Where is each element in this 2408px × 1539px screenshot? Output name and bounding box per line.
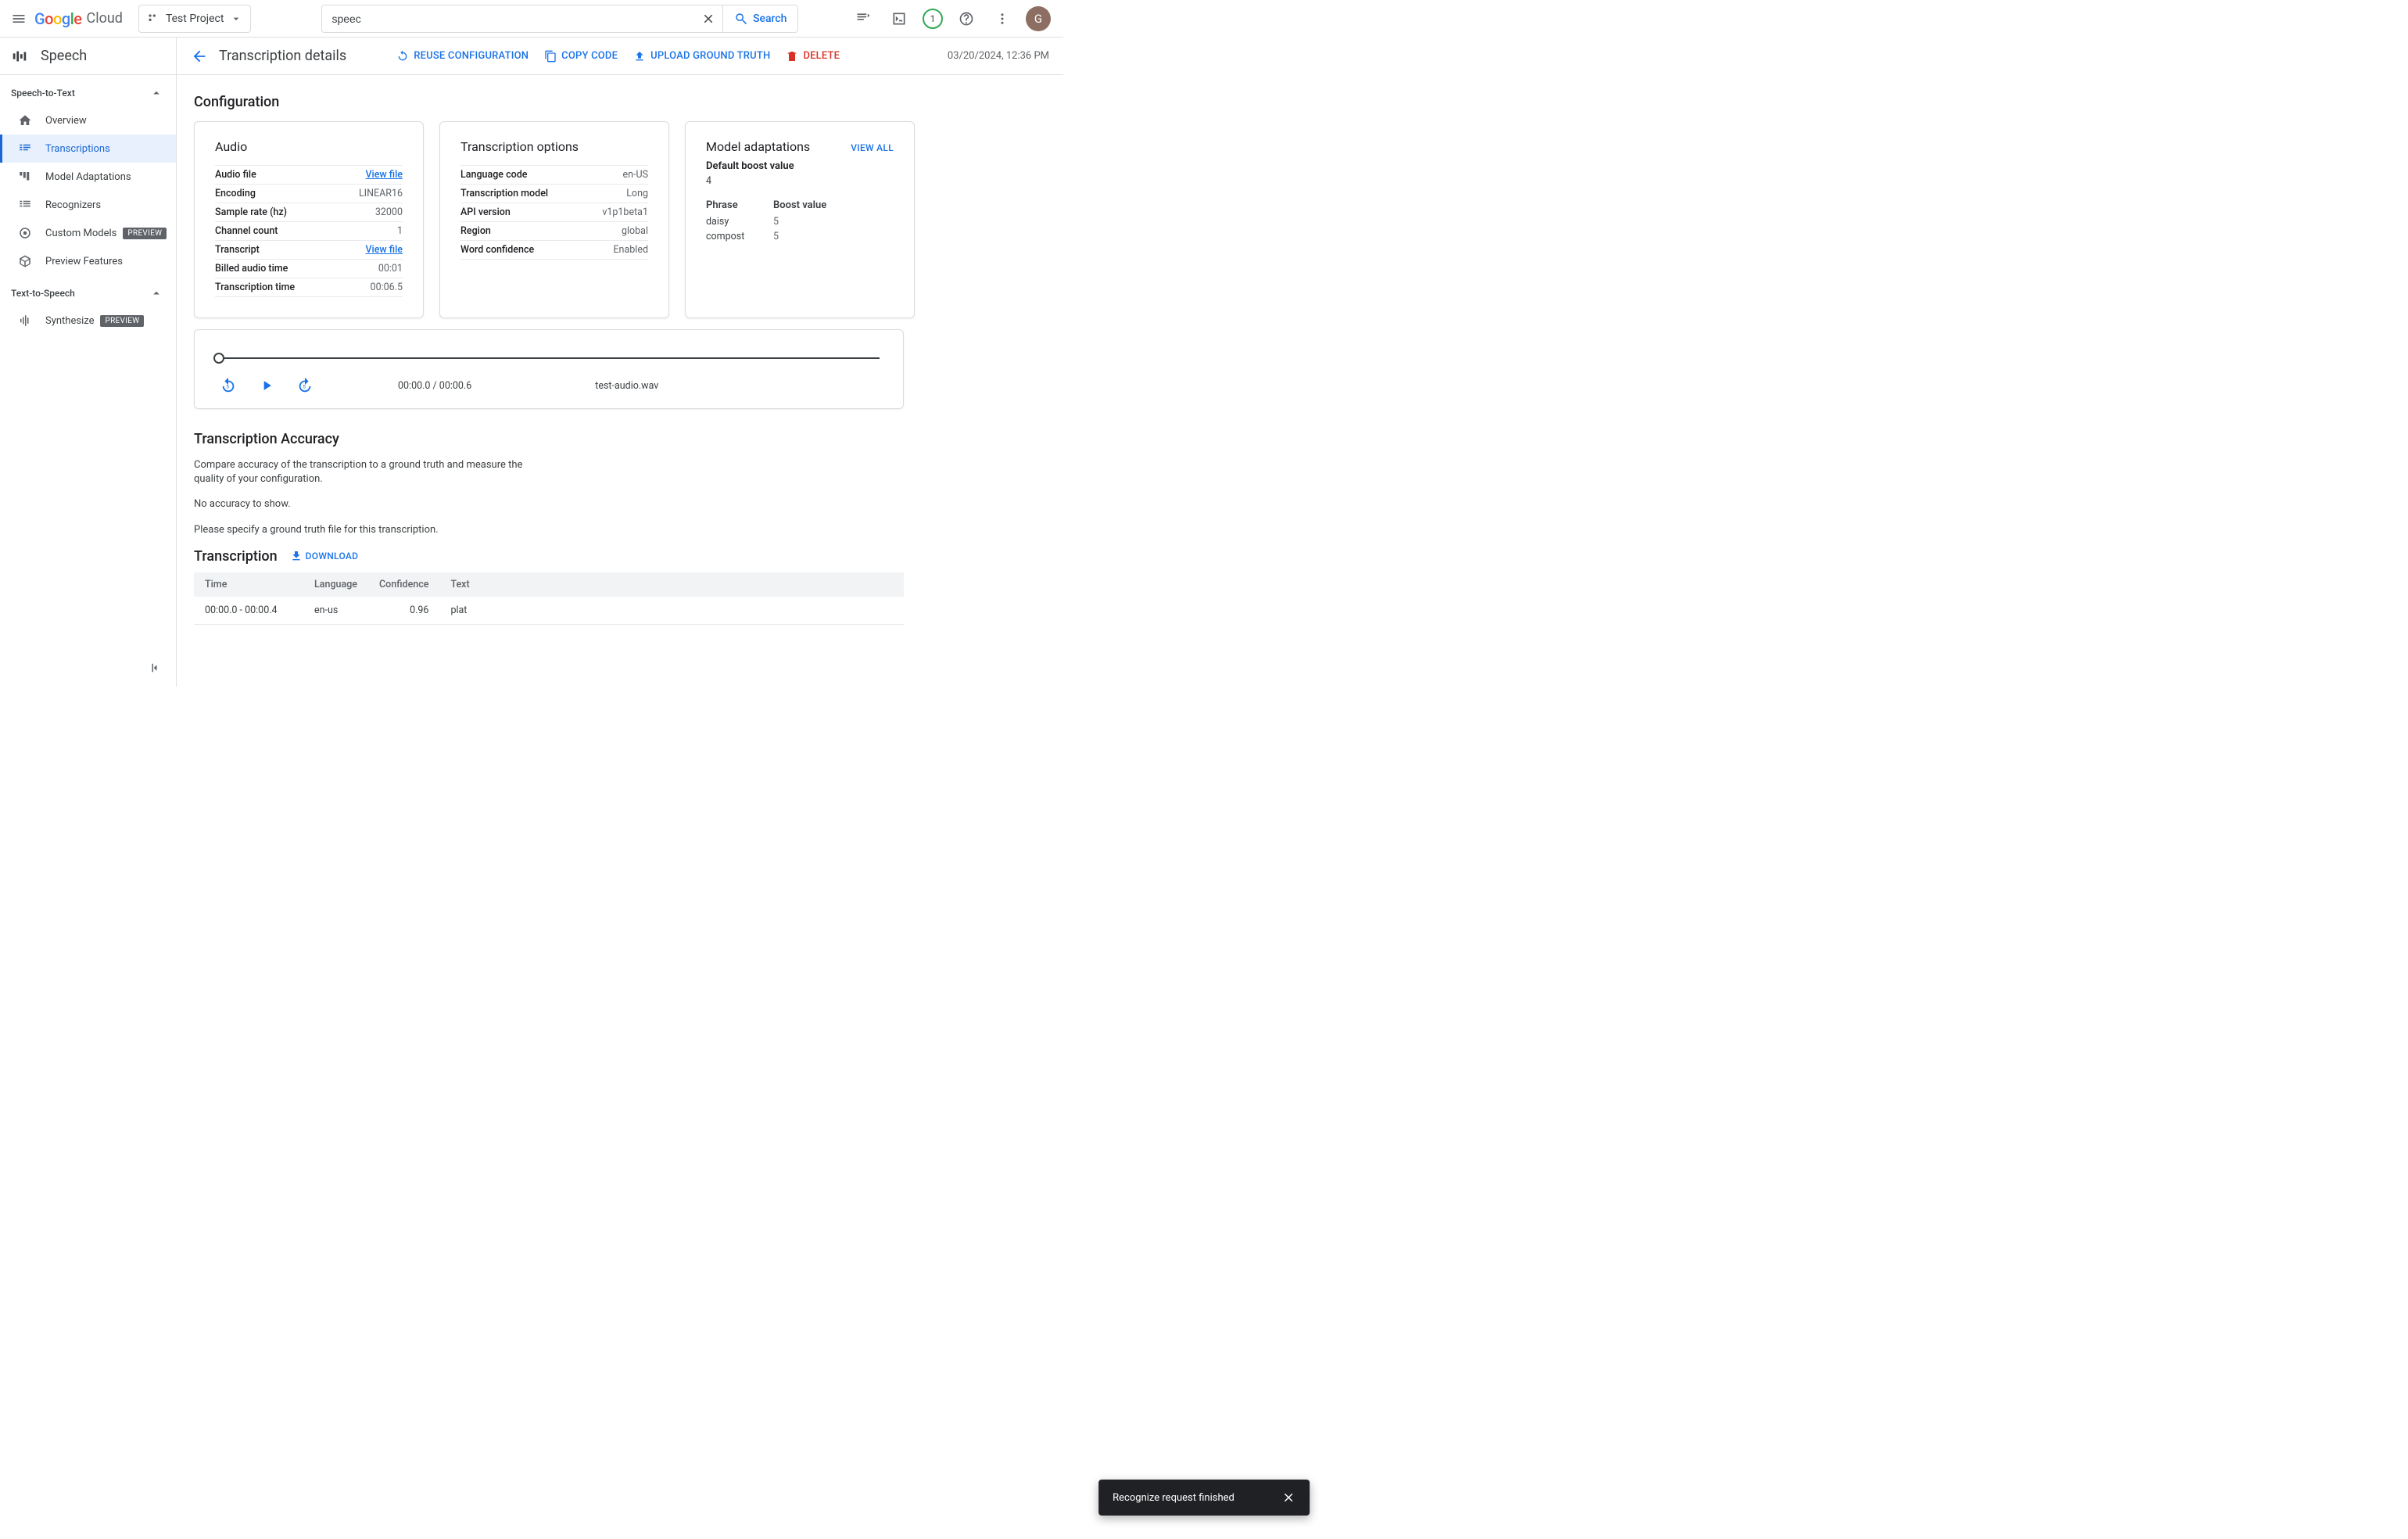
sidebar-item-custom-models[interactable]: Custom Models PREVIEW <box>0 219 176 247</box>
sidebar-section-stt[interactable]: Speech-to-Text <box>0 75 176 106</box>
chevron-up-icon <box>149 286 163 300</box>
options-card: Transcription options Language codeen-US… <box>439 121 669 318</box>
back-button[interactable] <box>191 48 219 65</box>
synthesize-icon <box>17 314 33 328</box>
page-timestamp: 03/20/2024, 12:36 PM <box>948 50 1049 62</box>
view-transcript-file-link[interactable]: View file <box>365 244 403 256</box>
upload-ground-truth-button[interactable]: UPLOAD GROUND TRUTH <box>625 38 778 74</box>
clear-search-icon[interactable] <box>694 12 722 26</box>
toast-message: Recognize request finished <box>1113 1492 1234 1504</box>
download-icon <box>290 550 303 562</box>
sidebar-section-tts[interactable]: Text-to-Speech <box>0 275 176 307</box>
home-icon <box>17 113 33 127</box>
view-all-adaptations-link[interactable]: VIEW ALL <box>851 142 894 153</box>
sidebar-item-model-adaptations[interactable]: Model Adaptations <box>0 163 176 191</box>
adaptations-card: Model adaptations VIEW ALL Default boost… <box>685 121 915 318</box>
transcription-heading: Transcription <box>194 548 278 565</box>
notifications-badge[interactable]: 1 <box>923 9 943 29</box>
view-audio-file-link[interactable]: View file <box>365 169 403 181</box>
accuracy-hint: Please specify a ground truth file for t… <box>194 523 554 537</box>
accuracy-desc: Compare accuracy of the transcription to… <box>194 458 554 486</box>
project-name: Test Project <box>166 13 224 25</box>
reuse-config-button[interactable]: REUSE CONFIGURATION <box>389 38 536 74</box>
search-input[interactable] <box>322 13 694 25</box>
trash-icon <box>786 50 798 63</box>
upload-icon <box>633 50 646 63</box>
config-cards: Audio Audio fileView file EncodingLINEAR… <box>194 121 1046 318</box>
topbar-right: 1 G <box>851 6 1051 31</box>
sidebar-item-transcriptions[interactable]: Transcriptions <box>0 135 176 163</box>
track-thumb[interactable] <box>213 353 224 364</box>
help-icon[interactable] <box>954 6 979 31</box>
caret-down-icon <box>230 13 242 25</box>
preview-icon <box>17 254 33 268</box>
accuracy-section: Transcription Accuracy Compare accuracy … <box>194 431 1046 537</box>
speech-icon <box>11 48 28 65</box>
rewind-5-button[interactable]: 5 <box>220 377 237 394</box>
download-button[interactable]: DOWNLOAD <box>290 550 359 562</box>
sidebar-item-overview[interactable]: Overview <box>0 106 176 135</box>
options-card-title: Transcription options <box>460 139 648 154</box>
copy-code-button[interactable]: COPY CODE <box>536 38 625 74</box>
sidebar-product-header[interactable]: Speech <box>0 38 176 75</box>
toast-close-icon[interactable] <box>1281 1491 1295 1505</box>
play-button[interactable] <box>259 378 274 393</box>
adaptations-icon <box>17 170 33 184</box>
chevron-up-icon <box>149 86 163 100</box>
project-picker[interactable]: Test Project <box>138 5 251 33</box>
search-bar: Search <box>321 5 798 33</box>
sidebar: Speech Speech-to-Text Overview Transcrip… <box>0 38 177 687</box>
adapt-row: compost 5 <box>706 229 894 244</box>
cloud-shell-editor-icon[interactable] <box>851 6 876 31</box>
page-bar: Transcription details REUSE CONFIGURATIO… <box>177 38 1063 75</box>
accuracy-none: No accuracy to show. <box>194 497 554 511</box>
main: Transcription details REUSE CONFIGURATIO… <box>177 38 1063 687</box>
sidebar-item-synthesize[interactable]: Synthesize PREVIEW <box>0 307 176 335</box>
reuse-icon <box>396 50 409 63</box>
cloud-shell-icon[interactable] <box>887 6 912 31</box>
collapse-sidebar-icon[interactable] <box>143 655 168 680</box>
google-cloud-logo[interactable]: Google Cloud <box>34 9 123 28</box>
toast: Recognize request finished <box>1098 1480 1310 1516</box>
default-boost-label: Default boost value <box>706 160 894 172</box>
table-row: 00:00.0 - 00:00.4 en-us 0.96 plat <box>194 597 904 625</box>
forward-5-button[interactable]: 5 <box>296 377 314 394</box>
accuracy-heading: Transcription Accuracy <box>194 431 1046 447</box>
svg-text:5: 5 <box>303 384 306 390</box>
configuration-heading: Configuration <box>194 94 1046 110</box>
svg-text:5: 5 <box>226 384 229 390</box>
audio-card: Audio Audio fileView file EncodingLINEAR… <box>194 121 424 318</box>
sidebar-item-recognizers[interactable]: Recognizers <box>0 191 176 219</box>
default-boost-value: 4 <box>706 175 894 187</box>
top-bar: Google Cloud Test Project Search 1 <box>0 0 1063 38</box>
audio-player: 5 5 00:00.0 / 00:00.6 test-audio.wav <box>194 329 904 409</box>
delete-button[interactable]: DELETE <box>778 38 847 74</box>
transcription-table: Time Language Confidence Text 00:00.0 - … <box>194 572 904 625</box>
player-file: test-audio.wav <box>595 380 658 392</box>
page-title: Transcription details <box>219 48 346 64</box>
sidebar-item-preview-features[interactable]: Preview Features <box>0 247 176 275</box>
preview-chip: PREVIEW <box>100 315 144 327</box>
audio-track[interactable] <box>218 350 880 366</box>
audio-card-title: Audio <box>215 139 403 154</box>
more-icon[interactable] <box>990 6 1015 31</box>
menu-icon[interactable] <box>6 6 31 31</box>
custom-models-icon <box>17 226 33 240</box>
recognizers-icon <box>17 198 33 212</box>
adapt-row: daisy 5 <box>706 214 894 229</box>
player-time: 00:00.0 / 00:00.6 <box>398 380 471 392</box>
search-button[interactable]: Search <box>722 5 797 32</box>
preview-chip: PREVIEW <box>123 228 167 239</box>
avatar[interactable]: G <box>1026 6 1051 31</box>
adaptations-card-title: Model adaptations <box>706 139 810 154</box>
search-icon <box>734 12 748 26</box>
transcriptions-icon <box>17 142 33 156</box>
copy-icon <box>544 50 557 63</box>
